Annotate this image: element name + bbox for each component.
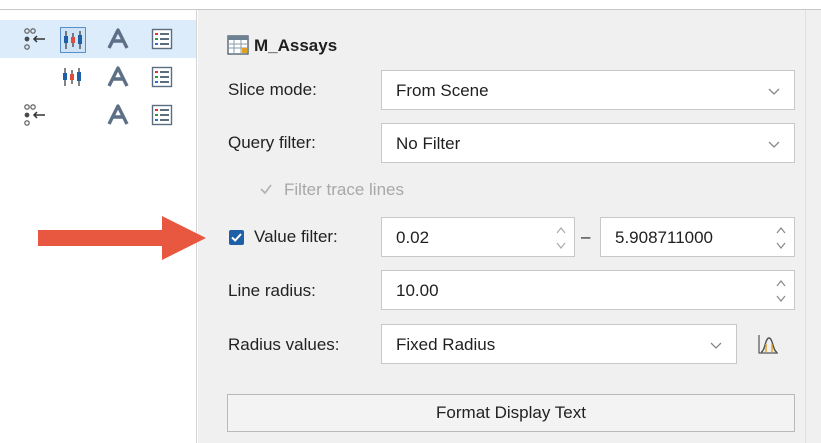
text-style-icon[interactable] bbox=[106, 65, 130, 89]
value-filter-checkbox[interactable] bbox=[229, 230, 244, 245]
text-style-icon[interactable] bbox=[106, 27, 130, 51]
value-filter-max-value: 5.908711000 bbox=[615, 228, 714, 247]
distribution-chart-icon[interactable] bbox=[756, 332, 780, 356]
chevron-down-icon bbox=[710, 342, 722, 349]
chevron-down-icon bbox=[768, 141, 780, 148]
tree-row-2[interactable] bbox=[0, 58, 196, 96]
query-filter-label: Query filter: bbox=[228, 133, 316, 152]
candlestick-icon[interactable] bbox=[60, 65, 84, 89]
text-style-icon[interactable] bbox=[106, 103, 130, 127]
slice-mode-dropdown[interactable]: From Scene bbox=[381, 70, 795, 110]
filter-trace-checkbox[interactable] bbox=[259, 182, 273, 196]
query-filter-dropdown[interactable]: No Filter bbox=[381, 123, 795, 163]
query-filter-value: No Filter bbox=[396, 134, 461, 153]
list-icon[interactable] bbox=[150, 65, 174, 89]
chevron-down-icon bbox=[768, 88, 780, 95]
slice-mode-label: Slice mode: bbox=[228, 80, 317, 99]
value-filter-label: Value filter: bbox=[254, 227, 338, 246]
scrollbar[interactable] bbox=[805, 10, 821, 443]
line-radius-value: 10.00 bbox=[396, 281, 439, 300]
range-separator: – bbox=[581, 227, 591, 246]
value-filter-min-input[interactable]: 0.02 bbox=[381, 217, 575, 257]
list-icon[interactable] bbox=[150, 103, 174, 127]
value-filter-max-input[interactable]: 5.908711000 bbox=[600, 217, 795, 257]
format-display-text-button[interactable]: Format Display Text bbox=[227, 394, 795, 432]
network-arrow-icon[interactable] bbox=[22, 103, 46, 127]
line-radius-input[interactable]: 10.00 bbox=[381, 270, 795, 310]
spinner-icon[interactable] bbox=[554, 223, 568, 253]
candlestick-icon[interactable] bbox=[60, 27, 86, 53]
pointer-arrow-icon bbox=[38, 216, 206, 260]
layer-title: M_Assays bbox=[254, 36, 338, 55]
tree-row-1[interactable] bbox=[0, 20, 196, 58]
filter-trace-label: Filter trace lines bbox=[284, 180, 404, 199]
network-arrow-icon[interactable] bbox=[22, 27, 46, 51]
slice-mode-value: From Scene bbox=[396, 81, 489, 100]
radius-values-dropdown[interactable]: Fixed Radius bbox=[381, 324, 737, 364]
radius-values-value: Fixed Radius bbox=[396, 335, 496, 354]
value-filter-min-value: 0.02 bbox=[396, 228, 430, 247]
line-radius-label: Line radius: bbox=[228, 281, 316, 300]
spinner-icon[interactable] bbox=[774, 276, 788, 306]
list-icon[interactable] bbox=[150, 27, 174, 51]
check-icon bbox=[231, 233, 242, 242]
spinner-icon[interactable] bbox=[774, 223, 788, 253]
tree-row-3[interactable] bbox=[0, 96, 196, 134]
table-icon bbox=[227, 35, 249, 55]
radius-values-label: Radius values: bbox=[228, 335, 340, 354]
